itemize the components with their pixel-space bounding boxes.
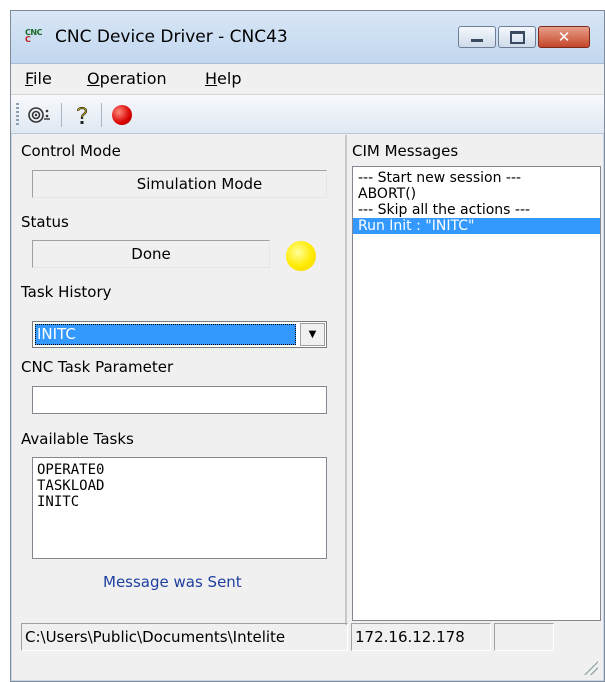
list-item[interactable]: TASKLOAD — [37, 478, 326, 494]
task-history-dropdown[interactable]: INITC ▼ — [32, 321, 327, 348]
statusbar-ip: 172.16.12.178 — [351, 623, 491, 651]
maximize-button[interactable] — [498, 26, 536, 48]
available-tasks-list[interactable]: OPERATE0 TASKLOAD INITC — [32, 457, 327, 559]
close-button[interactable]: ✕ — [538, 26, 590, 48]
maximize-icon — [509, 30, 525, 44]
title-bar[interactable]: CNC C CNC Device Driver - CNC43 ✕ — [11, 11, 604, 64]
close-icon: ✕ — [557, 28, 571, 46]
list-item[interactable]: INITC — [37, 494, 326, 510]
settings-button[interactable] — [25, 101, 55, 129]
menu-file[interactable]: File — [25, 69, 52, 88]
statusbar-extra — [494, 623, 554, 651]
dropdown-arrow-icon[interactable]: ▼ — [300, 323, 325, 346]
task-parameter-input[interactable] — [32, 386, 327, 414]
menu-operation[interactable]: Operation — [87, 69, 167, 88]
stop-icon — [112, 105, 132, 125]
list-item[interactable]: ABORT() — [353, 186, 600, 202]
available-tasks-label: Available Tasks — [21, 430, 134, 448]
status-label: Status — [21, 213, 69, 231]
control-mode-label: Control Mode — [21, 142, 121, 160]
resize-grip-icon[interactable] — [584, 661, 598, 675]
menu-bar: File Operation Help — [11, 64, 604, 95]
panel-splitter[interactable] — [345, 135, 347, 625]
minimize-icon — [471, 39, 483, 42]
status-value: Done — [131, 245, 171, 263]
task-history-selected-value: INITC — [35, 324, 296, 345]
menu-help-label: elp — [217, 69, 242, 88]
status-indicator-icon — [286, 241, 316, 271]
menu-file-label: ile — [33, 69, 52, 88]
list-item-selected[interactable]: Run Init : "INITC" — [353, 218, 600, 234]
list-item[interactable]: OPERATE0 — [37, 462, 326, 478]
help-button[interactable] — [67, 101, 97, 129]
cim-messages-list[interactable]: --- Start new session --- ABORT() --- Sk… — [352, 166, 601, 621]
toolbar — [11, 95, 604, 134]
task-history-label: Task History — [21, 283, 112, 301]
stop-button[interactable] — [107, 101, 137, 129]
toolbar-grip[interactable] — [16, 103, 19, 127]
minimize-button[interactable] — [458, 26, 496, 48]
help-icon — [76, 106, 88, 124]
cnc-app-icon: CNC C — [25, 29, 45, 44]
status-field: Done — [32, 240, 270, 268]
control-mode-field: Simulation Mode — [32, 170, 327, 198]
list-item[interactable]: --- Skip all the actions --- — [353, 202, 600, 218]
menu-file-mnemonic: F — [25, 69, 34, 88]
toolbar-separator — [101, 103, 102, 127]
menu-operation-label: peration — [99, 69, 167, 88]
list-item[interactable]: --- Start new session --- — [353, 170, 600, 186]
menu-help[interactable]: Help — [205, 69, 241, 88]
window-title: CNC Device Driver - CNC43 — [55, 27, 288, 47]
control-mode-value: Simulation Mode — [136, 175, 263, 193]
app-icon-subtext: C — [25, 35, 31, 44]
settings-icon — [28, 107, 50, 123]
cim-messages-label: CIM Messages — [352, 142, 459, 160]
cnc-device-driver-window: CNC C CNC Device Driver - CNC43 ✕ File O… — [10, 10, 605, 682]
task-parameter-label: CNC Task Parameter — [21, 358, 174, 376]
menu-operation-mnemonic: O — [87, 69, 100, 88]
statusbar-path: C:\Users\Public\Documents\Intelite — [21, 623, 348, 651]
message-sent-text: Message was Sent — [103, 573, 242, 591]
toolbar-separator — [61, 103, 62, 127]
menu-help-mnemonic: H — [205, 69, 218, 88]
